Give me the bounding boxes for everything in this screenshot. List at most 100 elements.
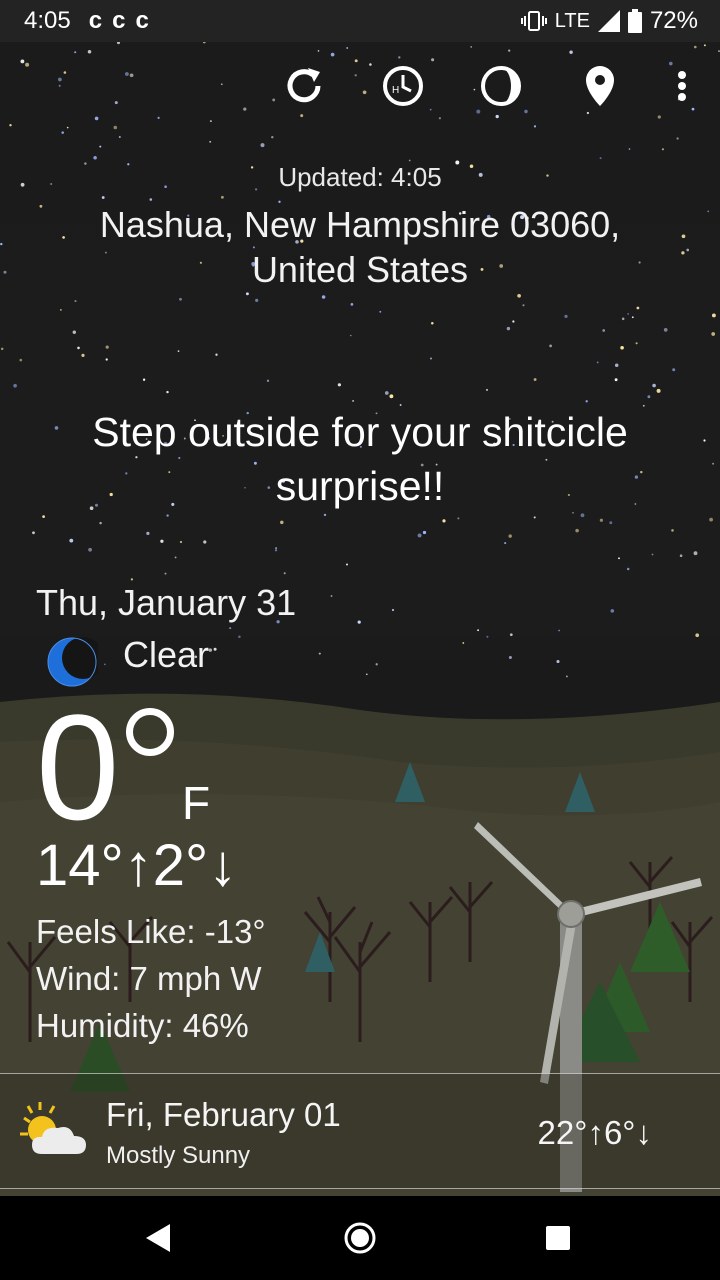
star [177, 350, 180, 352]
star [430, 357, 432, 360]
star [213, 647, 217, 651]
feels-like: Feels Like: -13° [36, 913, 266, 950]
star [631, 316, 634, 319]
star [99, 521, 102, 525]
star [681, 234, 686, 239]
star [87, 49, 92, 54]
star [220, 195, 224, 199]
star [693, 551, 698, 556]
star [508, 49, 511, 52]
star [621, 317, 625, 321]
star [350, 334, 352, 337]
current-temperature: 0 [36, 683, 119, 851]
star [99, 145, 102, 148]
c-app-icon: c [135, 7, 159, 34]
notification-icons: ccc [89, 7, 159, 35]
star [238, 635, 241, 639]
star [618, 557, 620, 560]
star [661, 148, 664, 151]
history-clock-icon[interactable]: H [379, 62, 427, 110]
star [39, 204, 43, 208]
star [116, 42, 121, 45]
star [208, 648, 213, 652]
navigation-bar [0, 1196, 720, 1280]
back-icon[interactable] [134, 1214, 182, 1262]
star [357, 620, 361, 624]
star [275, 547, 278, 550]
star [703, 44, 706, 47]
moon-phase-icon[interactable] [477, 62, 525, 110]
star [470, 46, 473, 48]
star [628, 148, 631, 150]
star [506, 326, 511, 331]
star [166, 514, 169, 517]
star [93, 156, 97, 160]
degree-symbol [126, 708, 174, 756]
star [0, 242, 3, 246]
forecast-row[interactable]: Fri, February 01 Mostly Sunny 22°↑6°↓ [0, 1073, 720, 1189]
star [104, 663, 106, 666]
location-pin-icon[interactable] [576, 62, 624, 110]
star [260, 143, 265, 148]
star [431, 322, 434, 325]
star [130, 578, 134, 581]
star [504, 542, 507, 545]
forecast-temps: 22°↑6°↓ [537, 1114, 652, 1151]
more-vert-icon[interactable] [658, 62, 706, 110]
star [635, 342, 638, 345]
star [74, 51, 77, 54]
battery-icon [627, 9, 642, 33]
star [422, 530, 427, 535]
star [565, 675, 568, 678]
star [486, 635, 489, 638]
star [280, 520, 284, 525]
star [229, 627, 232, 630]
star [599, 518, 604, 522]
star [477, 629, 480, 632]
star [330, 52, 335, 57]
star [711, 313, 716, 318]
star [391, 608, 395, 612]
signal-icon [597, 10, 620, 32]
star [533, 125, 537, 128]
star [202, 42, 206, 44]
star [610, 609, 615, 613]
star [671, 529, 674, 532]
vibrate-icon [520, 11, 547, 31]
recents-icon[interactable] [534, 1214, 582, 1262]
star [337, 383, 342, 387]
status-bar: 4:05 ccc LTE 72% [0, 0, 720, 42]
star [113, 125, 118, 130]
star [74, 300, 77, 303]
status-right: LTE 72% [520, 7, 698, 35]
star [703, 439, 706, 442]
high-low-temps: 14°↑2°↓ [36, 833, 238, 898]
star [379, 310, 382, 313]
star [323, 513, 327, 517]
star [709, 517, 713, 522]
c-app-icon: c [112, 7, 136, 34]
c-app-icon: c [88, 7, 113, 34]
star [350, 303, 354, 306]
network-label: LTE [554, 9, 590, 32]
star [485, 388, 489, 391]
star [3, 270, 7, 274]
star [508, 655, 512, 660]
star [9, 124, 12, 127]
star [695, 633, 700, 638]
star [627, 313, 629, 315]
star [179, 540, 183, 544]
star [174, 556, 177, 559]
star [558, 629, 560, 632]
star [457, 517, 460, 520]
home-icon[interactable] [336, 1214, 384, 1262]
star [575, 528, 579, 533]
location-label[interactable]: Nashua, New Hampshire 03060, United Stat… [60, 202, 660, 292]
refresh-icon[interactable] [280, 62, 328, 110]
star [61, 131, 64, 134]
star [384, 391, 389, 395]
star [255, 298, 259, 302]
star [620, 346, 624, 350]
star [599, 157, 602, 160]
quote-line2: surprise!! [275, 463, 445, 509]
